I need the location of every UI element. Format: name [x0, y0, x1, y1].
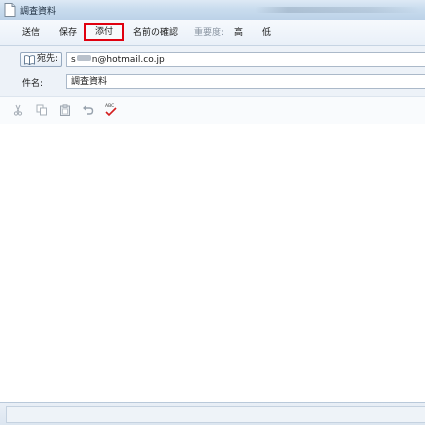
redacted-text	[76, 55, 91, 61]
to-field[interactable]: s n@hotmail.co.jp	[66, 52, 425, 67]
subject-label: 件名:	[22, 79, 44, 89]
paste-icon[interactable]	[59, 104, 71, 116]
window-title: 調査資料	[20, 7, 57, 17]
message-headers: 宛先: s n@hotmail.co.jp 件名: 調査資料	[0, 46, 425, 96]
to-button-label: 宛先:	[37, 54, 59, 64]
document-icon	[4, 3, 16, 17]
subject-value: 調査資料	[71, 77, 108, 87]
undo-icon[interactable]	[82, 104, 94, 116]
address-book-icon	[24, 55, 35, 65]
importance-high-button[interactable]: 高	[234, 25, 243, 41]
subject-field[interactable]: 調査資料	[66, 74, 425, 89]
status-panel	[6, 406, 425, 423]
to-button[interactable]: 宛先:	[20, 52, 62, 67]
title-bar: 調査資料	[0, 0, 425, 21]
compose-window: 調査資料 送信 保存 添付 名前の確認 重要度: 高 低 宛先: s n@hotm…	[0, 0, 425, 425]
to-value-prefix: s	[71, 55, 76, 65]
to-field-value: s n@hotmail.co.jp	[71, 54, 165, 66]
format-toolbar: ABC	[0, 96, 425, 125]
check-names-button[interactable]: 名前の確認	[133, 25, 178, 41]
title-bar-blur	[255, 7, 420, 13]
save-button[interactable]: 保存	[59, 25, 77, 41]
importance-label: 重要度:	[194, 28, 225, 38]
spellcheck-label: ABC	[105, 103, 114, 109]
copy-icon[interactable]	[36, 104, 48, 116]
to-value-suffix: n@hotmail.co.jp	[91, 55, 165, 65]
importance-low-button[interactable]: 低	[262, 25, 271, 41]
status-bar	[0, 402, 425, 425]
message-body[interactable]	[0, 124, 425, 402]
cut-icon[interactable]	[12, 104, 24, 116]
menu-bar: 送信 保存 添付 名前の確認 重要度: 高 低	[0, 20, 425, 46]
attach-highlight: 添付	[84, 23, 124, 41]
send-button[interactable]: 送信	[22, 25, 40, 41]
spellcheck-icon[interactable]: ABC	[104, 102, 118, 117]
attach-button[interactable]: 添付	[86, 25, 122, 39]
